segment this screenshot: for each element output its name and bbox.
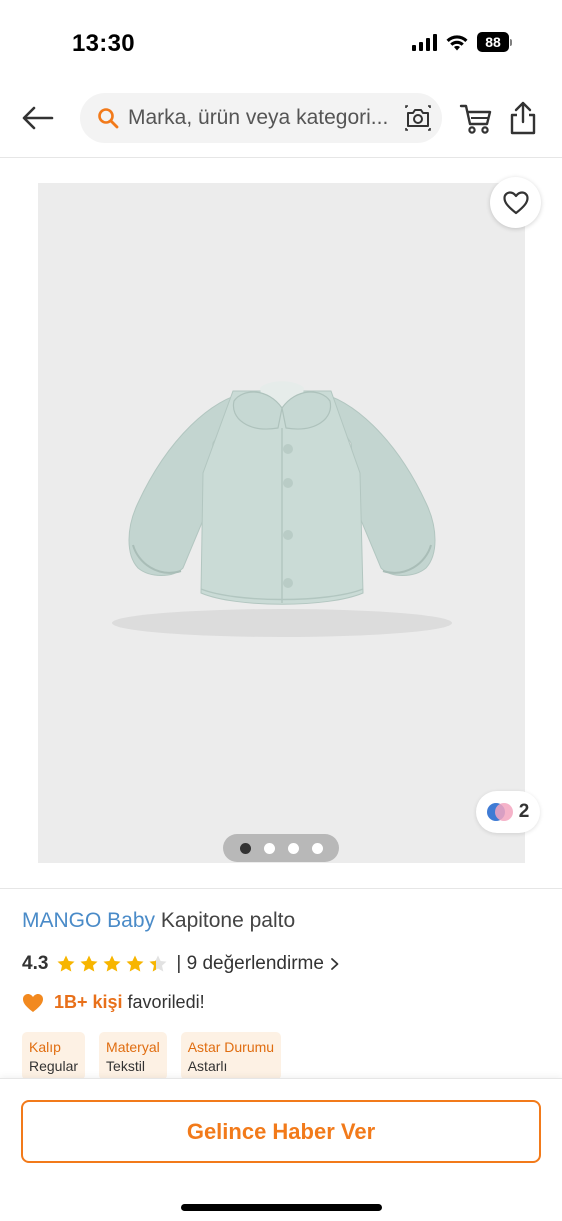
star-icon — [57, 955, 75, 972]
star-half-icon — [149, 955, 167, 972]
rating-summary[interactable]: 4.3 | 9 değerlendirme — [22, 953, 340, 975]
heart-filled-icon — [23, 993, 43, 1012]
notify-me-button[interactable]: Gelince Haber Ver — [21, 1100, 541, 1163]
cart-icon — [459, 104, 492, 134]
cellular-signal-icon — [412, 33, 437, 51]
attribute-chip: Kalıp Regular — [22, 1032, 86, 1080]
battery-level: 88 — [477, 32, 509, 52]
color-swatch-icon — [486, 803, 513, 821]
camera-icon[interactable] — [404, 104, 432, 132]
battery-icon: 88 — [477, 32, 512, 52]
image-pager[interactable] — [223, 834, 339, 862]
status-time: 13:30 — [72, 30, 135, 57]
attribute-value: Astarlı — [187, 1058, 228, 1074]
attribute-label: Kalıp — [29, 1039, 61, 1055]
star-icon — [80, 955, 98, 972]
attribute-label: Materyal — [106, 1039, 160, 1055]
pager-dot-2[interactable] — [263, 842, 275, 854]
pager-dot-4[interactable] — [311, 842, 323, 854]
attribute-label: Astar Durumu — [187, 1039, 275, 1055]
home-indicator — [181, 1204, 382, 1211]
review-count-link[interactable]: | 9 değerlendirme — [176, 953, 324, 975]
search-placeholder: Marka, ürün veya kategori... — [128, 106, 389, 129]
top-navigation: Marka, ürün veya kategori... — [0, 80, 562, 158]
attribute-chip: Materyal Tekstil — [99, 1032, 167, 1080]
color-variant-count: 2 — [518, 801, 530, 822]
product-title: MANGO Baby Kapitone palto — [22, 909, 295, 933]
status-bar: 13:30 88 — [0, 0, 562, 80]
product-photo — [112, 381, 452, 637]
share-icon — [510, 101, 536, 135]
pager-dot-1[interactable] — [239, 842, 251, 854]
heart-outline-icon — [502, 190, 529, 214]
product-name: Kapitone palto — [160, 909, 296, 932]
cart-button[interactable] — [458, 102, 494, 136]
wifi-icon — [446, 35, 468, 51]
rating-stars — [56, 954, 168, 974]
chevron-right-icon — [331, 958, 339, 970]
rating-value: 4.3 — [22, 953, 49, 974]
favorites-count: 1B+ kişi — [54, 992, 123, 1012]
favorites-text: favoriledi! — [127, 992, 205, 1012]
bottom-action-bar: Gelince Haber Ver — [0, 1078, 562, 1221]
arrow-left-icon — [22, 106, 54, 130]
color-variants-button[interactable]: 2 — [476, 791, 540, 833]
divider — [0, 888, 562, 889]
attribute-chip: Astar Durumu Astarlı — [180, 1032, 282, 1080]
status-indicators: 88 — [412, 32, 512, 52]
star-icon — [126, 955, 144, 972]
back-button[interactable] — [18, 100, 58, 136]
share-button[interactable] — [506, 100, 540, 136]
favorites-info: 1B+ kişi favoriledi! — [22, 992, 205, 1013]
product-image-gallery[interactable] — [38, 183, 525, 863]
brand-link[interactable]: MANGO Baby — [22, 909, 155, 932]
favorite-button[interactable] — [490, 177, 541, 228]
search-icon — [98, 108, 119, 129]
pager-dot-3[interactable] — [287, 842, 299, 854]
search-input[interactable]: Marka, ürün veya kategori... — [80, 93, 442, 143]
product-attributes: Kalıp Regular Materyal Tekstil Astar Dur… — [22, 1032, 282, 1080]
attribute-value: Regular — [29, 1058, 79, 1074]
attribute-value: Tekstil — [106, 1058, 145, 1074]
star-icon — [103, 955, 121, 972]
